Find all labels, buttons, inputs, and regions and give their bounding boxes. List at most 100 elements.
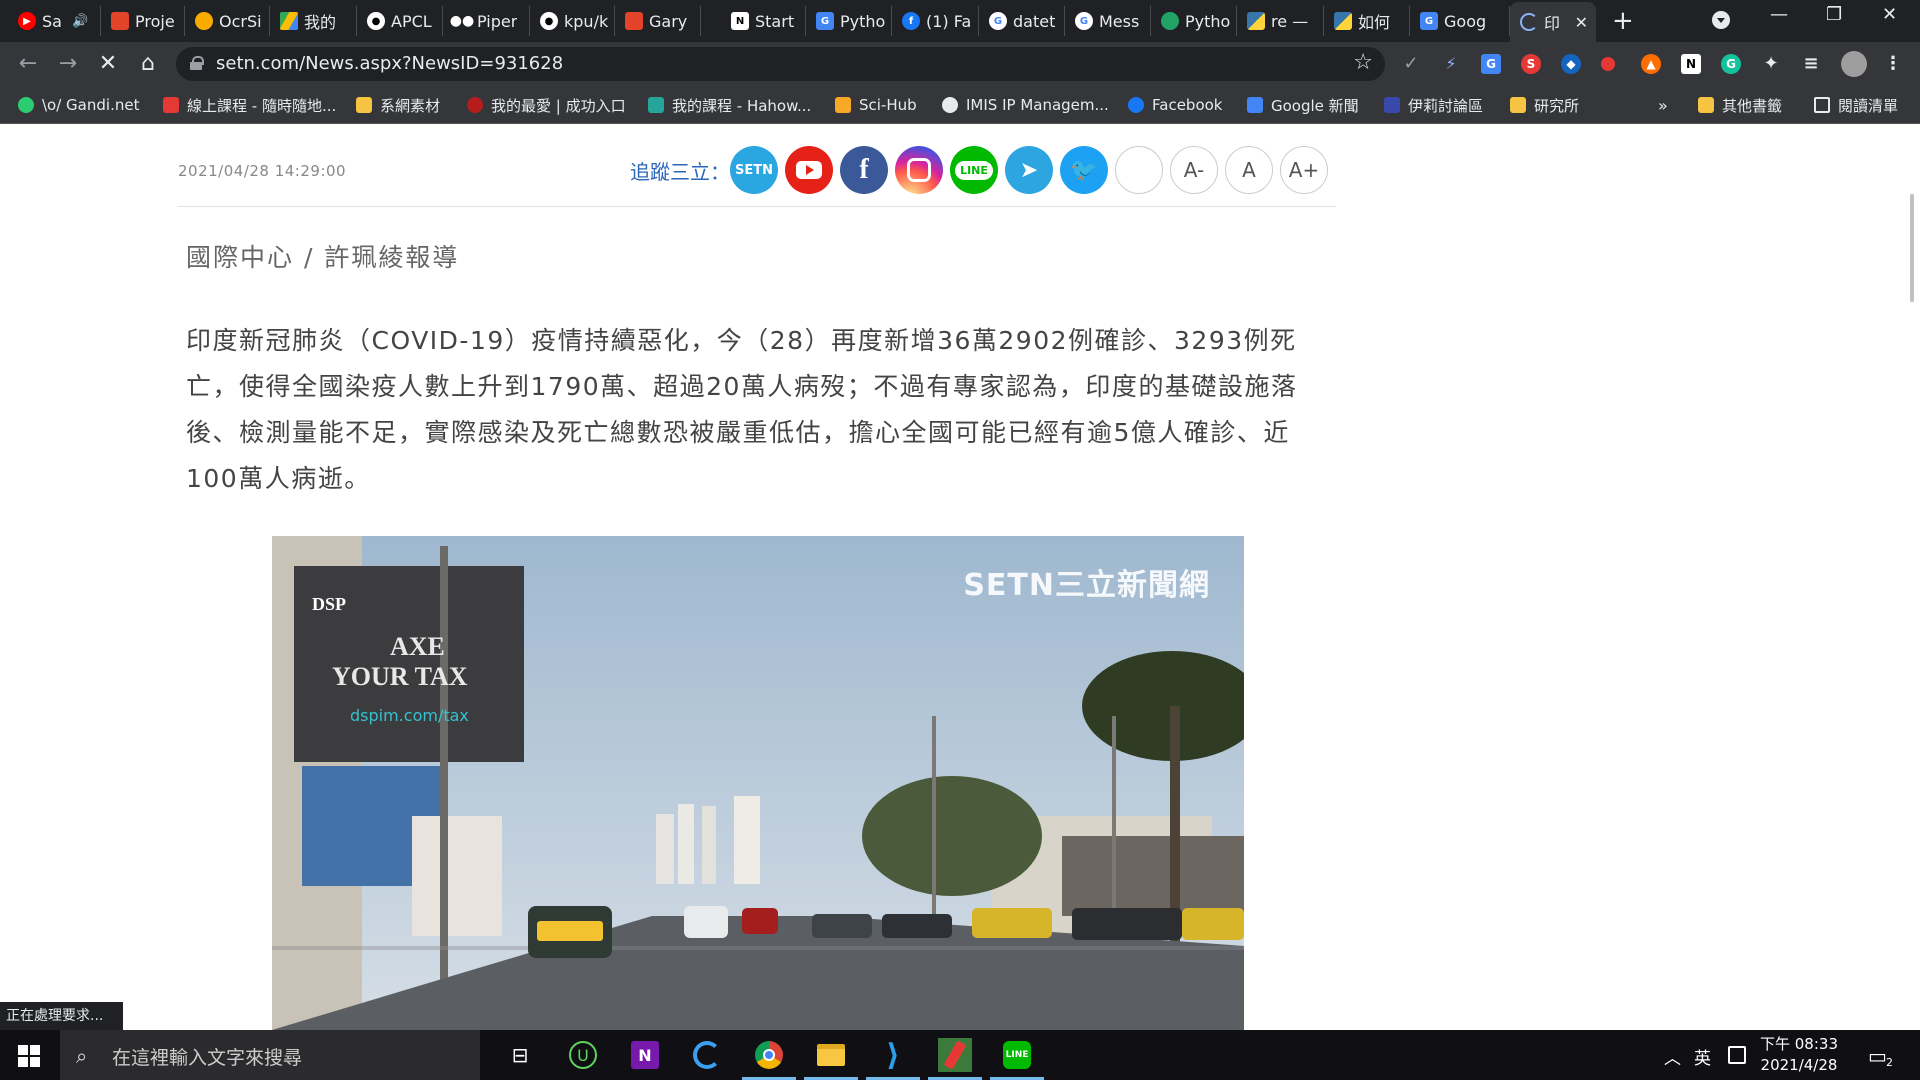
bookmark-online-course[interactable]: 線上課程 - 隨時隨地... xyxy=(163,95,336,115)
s-extension-icon[interactable]: S xyxy=(1521,54,1541,74)
page-scrollbar[interactable] xyxy=(1903,124,1920,1030)
scihub-icon xyxy=(835,97,851,113)
bookmark-gandi[interactable]: \o/ Gandi.net xyxy=(18,95,139,115)
edge-app-icon[interactable] xyxy=(690,1038,724,1072)
forward-button[interactable]: → xyxy=(54,50,82,78)
tab-re[interactable]: re — xyxy=(1237,6,1324,36)
grammarly-extension-icon[interactable]: G xyxy=(1721,54,1741,74)
notification-center-icon[interactable]: ▭ xyxy=(1868,1044,1887,1068)
tab-facebook[interactable]: f (1) Fa xyxy=(892,6,979,36)
youtube-social-button[interactable] xyxy=(785,146,833,194)
reading-list-icon xyxy=(1814,97,1830,113)
task-view-icon[interactable]: ⊟ xyxy=(503,1038,537,1072)
lock-icon[interactable] xyxy=(190,56,204,70)
notion-extension-icon[interactable]: N xyxy=(1681,54,1701,74)
profile-avatar[interactable] xyxy=(1841,51,1867,77)
bookmark-hahow[interactable]: 我的課程 - Hahow... xyxy=(648,95,811,115)
taskbar-clock[interactable]: 下午 08:33 2021/4/28 xyxy=(1760,1034,1838,1076)
ime-indicator[interactable]: 英 xyxy=(1694,1044,1711,1069)
chrome-app-icon[interactable] xyxy=(742,1038,796,1080)
loading-icon xyxy=(1520,13,1538,31)
tab-label: Proje xyxy=(135,11,175,31)
tab-label: Sa xyxy=(42,11,62,31)
other-bookmarks[interactable]: 其他書籤 xyxy=(1698,95,1782,115)
tray-chevron-icon[interactable]: ︿ xyxy=(1664,1044,1681,1069)
line-app-icon[interactable]: LINE xyxy=(990,1038,1044,1080)
stop-loading-button[interactable]: ✕ xyxy=(94,50,122,78)
extensions-puzzle-icon[interactable]: ✦ xyxy=(1761,54,1781,74)
close-tab-icon[interactable]: ✕ xyxy=(1575,13,1588,32)
minimize-icon[interactable]: — xyxy=(1770,4,1788,25)
instagram-social-button[interactable] xyxy=(895,146,943,194)
tab-youtube[interactable]: ▶ Sa 🔊 xyxy=(8,6,101,36)
bookmark-facebook[interactable]: Facebook xyxy=(1128,95,1222,115)
tab-colab[interactable]: OcrSi xyxy=(185,6,270,36)
file-explorer-app-icon[interactable] xyxy=(804,1038,858,1080)
taskbar-search-box[interactable]: ⌕ 在這裡輸入文字來搜尋 xyxy=(60,1030,480,1080)
bookmark-scihub[interactable]: Sci-Hub xyxy=(835,95,917,115)
bookmark-folder-materials[interactable]: 系網素材 xyxy=(356,95,440,115)
scrollbar-thumb[interactable] xyxy=(1910,194,1914,302)
colab-icon xyxy=(195,12,213,30)
home-button[interactable]: ⌂ xyxy=(134,50,162,78)
tab-howto[interactable]: 如何 xyxy=(1324,6,1410,36)
tab-python-2[interactable]: Pytho xyxy=(1151,6,1237,36)
reading-list[interactable]: 閱讀清單 xyxy=(1814,95,1898,115)
bookmark-label: 閱讀清單 xyxy=(1838,96,1899,115)
close-window-icon[interactable]: ✕ xyxy=(1882,4,1897,25)
tab-github-kpu[interactable]: ● kpu/k xyxy=(530,6,615,36)
street-photo xyxy=(272,536,1244,1030)
tab-active-setn[interactable]: 印 ✕ xyxy=(1510,2,1596,42)
font-default-button[interactable]: A xyxy=(1225,146,1273,194)
tab-piper[interactable]: ●● Piper xyxy=(443,6,530,36)
audio-icon[interactable]: 🔊 xyxy=(72,14,88,29)
check-extension-icon[interactable]: ✓ xyxy=(1401,54,1421,74)
facebook-social-button[interactable]: f xyxy=(840,146,888,194)
upwork-app-icon[interactable]: U xyxy=(566,1038,600,1072)
bookmark-folder-grad[interactable]: 研究所 xyxy=(1510,95,1579,115)
bookmark-star-icon[interactable]: ☆ xyxy=(1353,50,1373,75)
tab-start[interactable]: N Start xyxy=(721,6,806,36)
restore-icon[interactable]: ❐ xyxy=(1826,4,1842,25)
browser-menu-icon[interactable]: ⋮ xyxy=(1883,54,1903,74)
address-bar[interactable]: setn.com/News.aspx?NewsID=931628 ☆ xyxy=(176,47,1385,81)
fire-extension-icon[interactable]: ▲ xyxy=(1641,54,1661,74)
tab-messages[interactable]: G Mess xyxy=(1065,6,1151,36)
tab-search-icon[interactable] xyxy=(1712,11,1730,29)
twitter-social-button[interactable]: 🐦 xyxy=(1060,146,1108,194)
windows-start-button[interactable] xyxy=(18,1045,40,1067)
setn-social-button[interactable]: SETN xyxy=(730,146,778,194)
vscode-app-icon[interactable]: ⟩ xyxy=(866,1038,920,1080)
font-smaller-button[interactable]: A- xyxy=(1170,146,1218,194)
back-button[interactable]: ← xyxy=(14,50,42,78)
gandi-icon xyxy=(18,97,34,113)
tab-google-news[interactable]: G Goog xyxy=(1410,6,1510,36)
bookmarks-overflow-button[interactable]: » xyxy=(1658,95,1668,115)
blank-social-button[interactable] xyxy=(1115,146,1163,194)
bookmark-imis[interactable]: IMIS IP Managem... xyxy=(942,95,1109,115)
telegram-social-button[interactable]: ➤ xyxy=(1005,146,1053,194)
ime-mode-icon[interactable] xyxy=(1728,1046,1746,1064)
bookmark-google-news[interactable]: Google 新聞 xyxy=(1247,95,1359,115)
bookmark-label: IMIS IP Managem... xyxy=(966,96,1109,114)
tab-gitlab-gary[interactable]: Gary xyxy=(615,6,701,36)
tab-gitlab[interactable]: Proje xyxy=(101,6,185,36)
media-control-icon[interactable]: ≡ xyxy=(1801,54,1821,74)
record-extension-icon[interactable] xyxy=(1601,57,1615,71)
bookmark-ncku[interactable]: 我的最愛 | 成功入口 xyxy=(467,95,626,115)
bookmark-eyny[interactable]: 伊莉討論區 xyxy=(1384,95,1483,115)
tab-github-apcl[interactable]: ● APCL xyxy=(357,6,443,36)
article-photo[interactable]: DSP AXE YOUR TAX dspim.com/tax SETN三立新聞網 xyxy=(272,536,1244,1030)
onenote-app-icon[interactable]: N xyxy=(628,1038,662,1072)
new-tab-button[interactable]: + xyxy=(1612,8,1634,34)
drawing-app-icon[interactable] xyxy=(928,1038,982,1080)
tab-drive[interactable]: 我的 xyxy=(270,6,357,36)
tab-python-1[interactable]: G Pytho xyxy=(806,6,892,36)
bolt-extension-icon[interactable]: ⚡ xyxy=(1441,54,1461,74)
translate-extension-icon[interactable]: G xyxy=(1481,54,1501,74)
tab-datetime[interactable]: G datet xyxy=(979,6,1065,36)
shield-extension-icon[interactable]: ◆ xyxy=(1561,54,1581,74)
line-social-button[interactable]: LINE xyxy=(950,146,998,194)
font-larger-button[interactable]: A+ xyxy=(1280,146,1328,194)
address-url[interactable]: setn.com/News.aspx?NewsID=931628 xyxy=(216,53,563,74)
